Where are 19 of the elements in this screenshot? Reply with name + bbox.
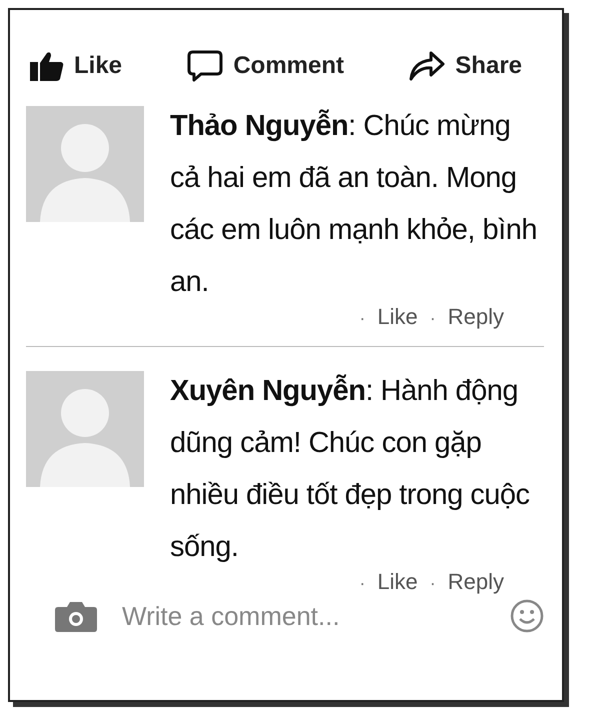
like-button[interactable]: Like [30, 50, 122, 82]
comment-text: Thảo Nguyễn: Chúc mừng cả hai em đã an toàn. Mong các em luôn mạnh khỏe, bình an. [170, 108, 538, 300]
camera-icon[interactable] [54, 599, 98, 633]
like-link[interactable]: Like [377, 304, 418, 330]
comment-button[interactable]: Comment [187, 50, 344, 82]
separator-dot: · [430, 573, 436, 594]
reply-link[interactable]: Reply [448, 569, 504, 595]
separator-dot: · [359, 573, 366, 594]
separator-dot: · [430, 308, 436, 329]
comment-text: Xuyên Nguyễn: Hành động dũng cảm! Chúc con gặp nhiều điều tốt đẹp trong cuộc sống. [170, 373, 531, 565]
smiley-icon[interactable] [510, 599, 544, 633]
speech-bubble-icon [187, 50, 224, 82]
share-button[interactable]: Share [409, 50, 522, 82]
thumbs-up-icon [30, 51, 64, 81]
share-arrow-icon [409, 51, 446, 81]
reply-link[interactable]: Reply [448, 304, 504, 330]
like-link[interactable]: Like [377, 569, 418, 595]
separator-dot: · [359, 308, 366, 329]
comment-field[interactable]: Write a comment... [120, 600, 488, 632]
